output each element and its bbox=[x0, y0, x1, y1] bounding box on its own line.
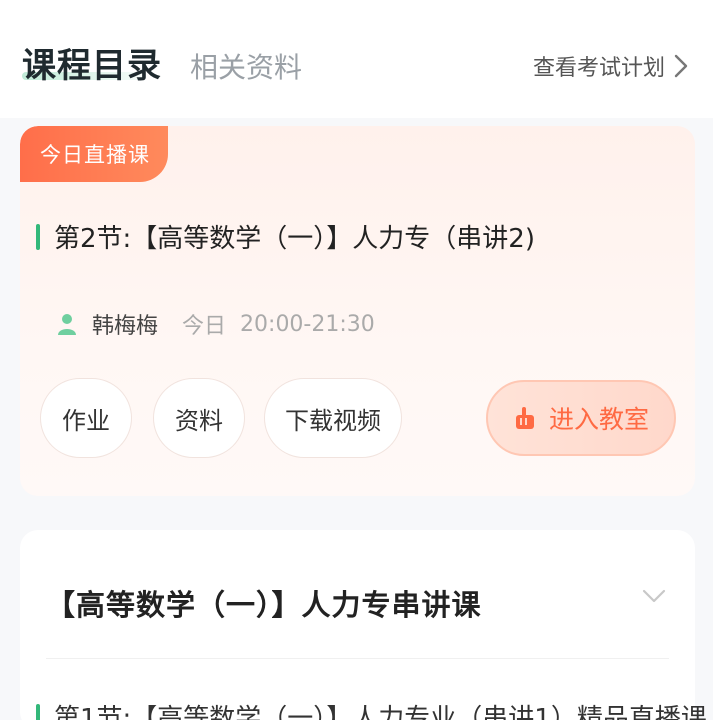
live-lesson-title-text: 第2节:【高等数学（一）】人力专（串讲2) bbox=[54, 224, 535, 254]
chevron-right-icon bbox=[674, 54, 688, 78]
lesson-marker bbox=[36, 223, 40, 250]
teacher-icon bbox=[58, 314, 76, 335]
chevron-down-icon[interactable] bbox=[641, 586, 667, 606]
lesson-list-item[interactable]: 第1节:【高等数学（一）】人力专业（串讲1）精品直播课 bbox=[36, 698, 707, 720]
teacher-name: 韩梅梅 bbox=[92, 314, 159, 339]
live-lesson-card: 今日直播课 第2节:【高等数学（一）】人力专（串讲2) 韩梅梅 今日 20:00… bbox=[20, 126, 695, 496]
today-live-badge: 今日直播课 bbox=[20, 126, 168, 182]
view-exam-plan-link[interactable]: 查看考试计划 bbox=[533, 50, 691, 82]
enter-classroom-label: 进入教室 bbox=[548, 405, 649, 434]
homework-button[interactable]: 作业 bbox=[40, 378, 132, 458]
live-lesson-title[interactable]: 第2节:【高等数学（一）】人力专（串讲2) bbox=[36, 218, 535, 255]
tab-related-materials[interactable]: 相关资料 bbox=[190, 46, 302, 86]
divider bbox=[46, 658, 669, 659]
teacher-row: 韩梅梅 今日 20:00-21:30 bbox=[56, 308, 375, 340]
view-exam-plan-label: 查看考试计划 bbox=[532, 56, 665, 81]
tab-course-catalog[interactable]: 课程目录 bbox=[22, 38, 162, 87]
enter-classroom-button[interactable]: 进入教室 bbox=[486, 380, 676, 456]
lesson-time: 20:00-21:30 bbox=[240, 311, 375, 337]
lesson-list-item-title: 第1节:【高等数学（一）】人力专业（串讲1）精品直播课 bbox=[54, 704, 707, 720]
tab-bar: 课程目录 相关资料 查看考试计划 bbox=[0, 0, 713, 118]
course-title: 【高等数学（一）】人力专串讲课 bbox=[46, 588, 482, 622]
lesson-marker bbox=[36, 703, 40, 720]
download-video-button[interactable]: 下载视频 bbox=[264, 378, 402, 458]
hand-icon bbox=[515, 407, 534, 429]
course-card[interactable]: 【高等数学（一）】人力专串讲课 第1节:【高等数学（一）】人力专业（串讲1）精品… bbox=[20, 530, 707, 720]
materials-button[interactable]: 资料 bbox=[153, 378, 245, 458]
lesson-day: 今日 bbox=[182, 314, 227, 339]
page: 课程目录 相关资料 查看考试计划 今日直播课 第2节:【高等数学（一）】人力专（… bbox=[0, 0, 713, 720]
